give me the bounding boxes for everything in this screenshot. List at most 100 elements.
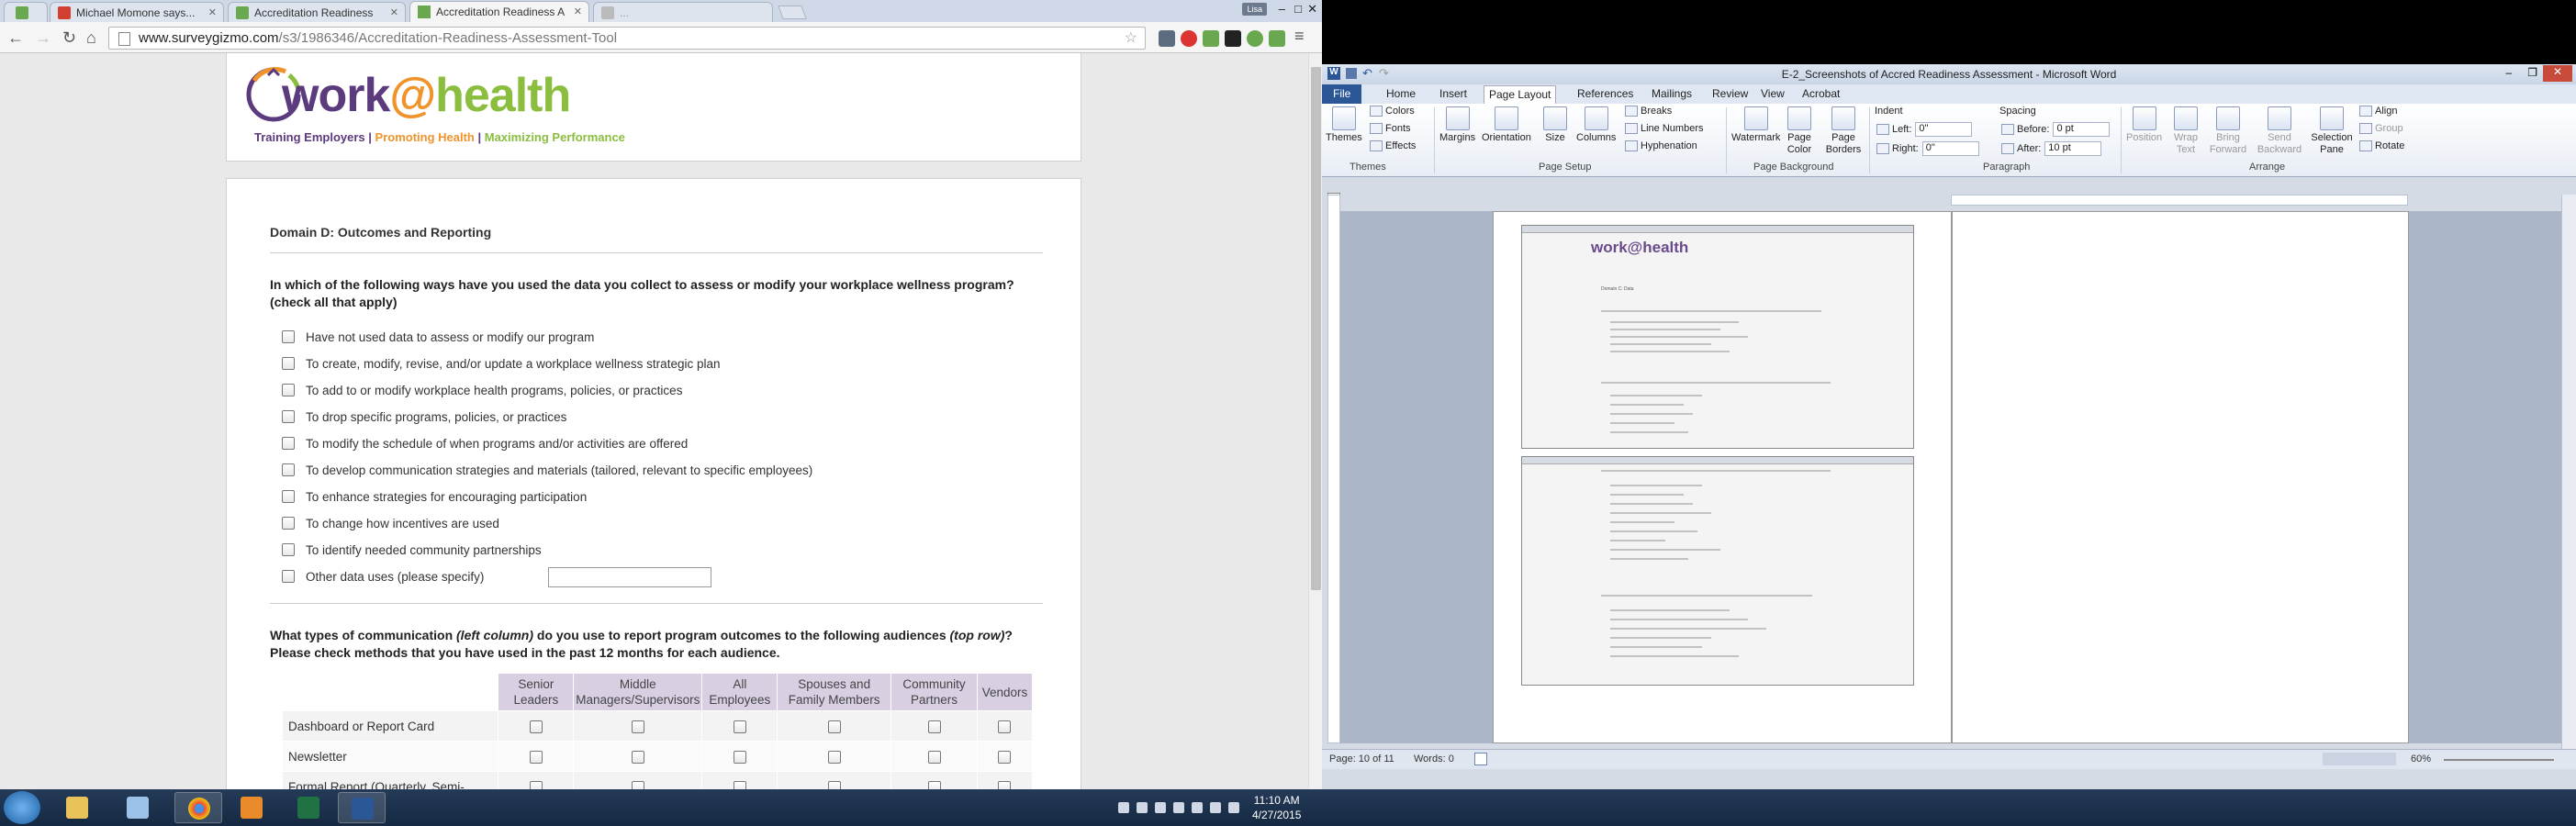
profile-badge[interactable]: Lisa [1242,3,1267,16]
fonts-button[interactable]: Fonts [1370,123,1411,135]
themes-button[interactable]: Themes [1326,106,1362,144]
hyphenation-button[interactable]: Hyphenation [1625,140,1697,152]
selection-pane-button[interactable]: Selection Pane [2308,106,2356,156]
colors-button[interactable]: Colors [1370,106,1415,117]
documents-button[interactable] [114,792,162,823]
scroll-thumb[interactable] [1311,67,1321,590]
speaker-icon[interactable] [1210,802,1221,813]
checkbox[interactable] [282,330,295,344]
restore-icon[interactable]: ❐ [2527,66,2537,79]
other-specify-input[interactable] [548,567,711,587]
effects-button[interactable]: Effects [1370,140,1416,152]
word-count[interactable]: Words: 0 [1414,753,1454,765]
close-tab-icon[interactable]: ✕ [390,6,398,18]
outlook-button[interactable] [228,792,275,823]
checkbox[interactable] [927,750,941,764]
close-tab-icon[interactable]: ✕ [208,6,217,18]
option-checkbox[interactable]: To identify needed community partnership… [282,542,542,559]
margins-button[interactable]: Margins [1439,106,1475,144]
checkbox[interactable] [631,780,644,789]
tab-review[interactable]: Review [1712,87,1748,100]
spacing-before-input[interactable]: 0 pt [2053,122,2111,137]
tab-home[interactable]: Home [1386,87,1416,100]
reload-icon[interactable]: ↻ [62,28,76,48]
bookmark-star-icon[interactable]: ☆ [1125,28,1137,47]
tab-survey-1[interactable]: Accreditation Readiness ✕ [228,2,406,22]
network-icon[interactable] [1155,802,1166,813]
checkbox[interactable] [733,720,746,733]
checkbox[interactable] [282,410,295,424]
indent-right-input[interactable]: 0" [1921,141,1979,156]
checkbox[interactable] [529,750,543,764]
page-scrollbar[interactable] [1308,53,1322,789]
checkbox[interactable] [827,780,841,789]
checkbox[interactable] [733,780,746,789]
close-tab-icon[interactable]: ✕ [574,6,582,17]
tab-page-layout[interactable]: Page Layout [1484,85,1557,104]
option-checkbox[interactable]: Other data uses (please specify) [282,567,711,587]
volume-icon[interactable] [1192,802,1203,813]
checkbox[interactable] [998,780,1012,789]
tab-file[interactable]: File [1322,84,1362,104]
close-window-icon[interactable]: ✕ [1307,2,1317,17]
start-button[interactable] [4,791,40,824]
page-color-button[interactable]: Page Color [1783,106,1816,156]
page-count[interactable]: Page: 10 of 11 [1329,753,1394,765]
tab-other[interactable]: ... [593,2,773,22]
adblock-icon[interactable] [1181,30,1197,47]
checkbox[interactable] [998,750,1012,764]
excel-button[interactable] [285,792,332,823]
maximize-icon[interactable]: □ [1294,2,1302,16]
tab-acrobat[interactable]: Acrobat [1802,87,1840,100]
checkbox[interactable] [733,750,746,764]
option-checkbox[interactable]: To modify the schedule of when programs … [282,436,688,452]
checkbox[interactable] [282,543,295,557]
send-backward-button[interactable]: Send Backward [2255,106,2304,156]
tab-survey-2[interactable]: Accreditation Readiness A ✕ [409,1,589,22]
tab-pinned[interactable] [4,2,48,22]
checkbox[interactable] [998,720,1012,733]
checkbox[interactable] [529,780,543,789]
option-checkbox[interactable]: To change how incentives are used [282,516,499,532]
address-bar[interactable]: www.surveygizmo.com/s3/1986346/Accredita… [108,27,1146,50]
zoom-slider[interactable] [2444,759,2554,761]
columns-button[interactable]: Columns [1576,106,1616,144]
extension-icon[interactable] [1269,30,1285,47]
orientation-button[interactable]: Orientation [1482,106,1531,144]
forward-icon[interactable]: → [35,28,51,48]
tab-mailings[interactable]: Mailings [1652,87,1692,100]
rotate-button[interactable]: Rotate [2359,140,2404,152]
tray-icon[interactable] [1228,802,1239,813]
checkbox[interactable] [282,384,295,397]
size-button[interactable]: Size [1543,106,1567,144]
bring-forward-button[interactable]: Bring Forward [2205,106,2251,156]
battery-icon[interactable] [1173,802,1184,813]
position-button[interactable]: Position [2126,106,2162,144]
extension-icon[interactable] [1247,30,1263,47]
tab-view[interactable]: View [1761,87,1785,100]
breaks-button[interactable]: Breaks [1625,106,1672,117]
document-scrollbar[interactable] [2561,195,2576,749]
close-window-icon[interactable]: ✕ [2543,65,2572,82]
checkbox[interactable] [282,570,295,584]
checkbox[interactable] [631,720,644,733]
indent-left-input[interactable]: 0" [1915,122,1973,137]
back-icon[interactable]: ← [7,28,24,48]
option-checkbox[interactable]: To add to or modify workplace health pro… [282,383,682,399]
zoom-level[interactable]: 60% [2411,753,2431,765]
checkbox[interactable] [827,720,841,733]
minimize-icon[interactable]: – [1279,2,1285,16]
watermark-button[interactable]: Watermark [1731,106,1780,144]
cast-icon[interactable] [1159,30,1175,47]
new-tab-button[interactable] [778,6,807,19]
minimize-icon[interactable]: – [2505,66,2512,79]
page-borders-button[interactable]: Page Borders [1825,106,1862,156]
checkbox[interactable] [282,357,295,371]
option-checkbox[interactable]: To drop specific programs, policies, or … [282,409,566,426]
wrap-text-button[interactable]: Wrap Text [2170,106,2201,156]
option-checkbox[interactable]: To develop communication strategies and … [282,463,812,479]
checkbox[interactable] [927,720,941,733]
checkbox[interactable] [282,437,295,451]
option-checkbox[interactable]: To enhance strategies for encouraging pa… [282,489,587,506]
view-buttons[interactable] [2323,753,2396,765]
